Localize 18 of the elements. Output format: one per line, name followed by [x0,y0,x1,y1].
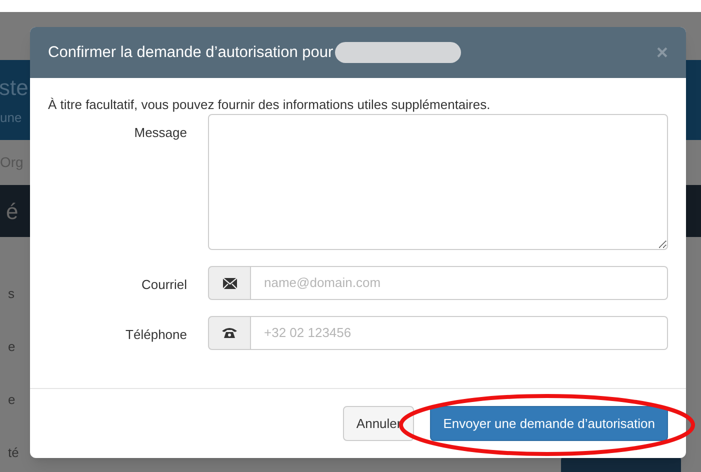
field-label: Téléphone [124,326,188,344]
intro-text: À titre facultatif, vous pouvez fournir des informations utiles supplémentaires. [48,96,492,114]
submit-button[interactable]: Envoyer une demande d’autorisation [430,406,668,441]
row-label: e [8,338,16,356]
envelope-icon [222,278,236,288]
field-label: Courriel [140,276,188,294]
phone-field[interactable]: +32 02 123456 [251,316,668,350]
dialog-title: Confirmer la demande d’autorisation pour [48,42,334,63]
banner-text: é [6,198,18,226]
cancel-button[interactable]: Annuler [343,406,414,441]
field-label: Message [133,124,188,142]
message-field[interactable] [208,114,668,250]
telephone-icon [222,327,237,339]
row-label: e [8,391,16,409]
email-field[interactable]: name@domain.com [251,266,668,300]
row-label: té [8,444,20,462]
row-label: s [8,285,16,303]
header-subtext: une [0,110,23,124]
